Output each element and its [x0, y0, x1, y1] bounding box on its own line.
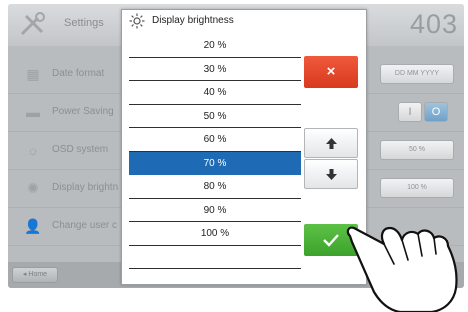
cancel-button[interactable]: × [304, 56, 358, 88]
dialog-title: Display brightness [152, 15, 234, 26]
brightness-option-list: 20 % 30 % 40 % 50 % 60 % 70 % 80 % 90 % 100 % [129, 34, 301, 269]
brightness-option[interactable]: 30 % [129, 58, 301, 81]
setting-label: Change user c [52, 220, 118, 231]
brightness-option[interactable]: 50 % [129, 105, 301, 128]
toggle-on-button[interactable]: O [424, 102, 448, 122]
calendar-icon: ▦ [26, 66, 40, 82]
setting-label: Power Saving [52, 106, 114, 117]
sun-icon [129, 13, 145, 29]
setting-label: Date format [52, 68, 105, 79]
home-button[interactable]: ◂ Home [12, 267, 58, 283]
program-number: 403 [409, 9, 458, 39]
brightness-option[interactable]: 40 % [129, 81, 301, 105]
pointing-hand-icon [346, 226, 458, 312]
brightness-option[interactable]: 60 % [129, 128, 301, 152]
toggle-off-button[interactable]: I [398, 102, 422, 122]
osd-icon: ☼ [26, 142, 40, 158]
brightness-option[interactable]: 90 % [129, 199, 301, 222]
arrow-up-icon [326, 138, 337, 149]
page-title: Settings [64, 17, 104, 29]
tools-icon [20, 12, 45, 36]
dialog-header: Display brightness [122, 10, 366, 32]
display-brightness-value[interactable]: 100 % [380, 178, 454, 198]
osd-system-value[interactable]: 50 % [380, 140, 454, 160]
brightness-dialog: Display brightness 20 % 30 % 40 % 50 % 60 % 7… [121, 9, 367, 285]
brightness-option[interactable]: 20 % [129, 34, 301, 58]
power-saving-icon: ▬ [26, 104, 40, 120]
brightness-option[interactable]: 100 % [129, 222, 301, 246]
user-icon: 👤 [24, 218, 42, 234]
scroll-up-button[interactable] [304, 128, 358, 158]
date-format-value[interactable]: DD MM YYYY [380, 64, 454, 84]
scroll-down-button[interactable] [304, 159, 358, 189]
power-saving-toggle[interactable]: I O [390, 102, 450, 122]
arrow-down-icon [326, 169, 337, 180]
empty-option-row [129, 246, 301, 269]
brightness-option[interactable]: 70 % [129, 151, 301, 175]
setting-label: OSD system [52, 144, 109, 155]
home-label: Home [28, 271, 48, 278]
setting-label: Display brightn [52, 182, 119, 193]
brightness-option[interactable]: 80 % [129, 175, 301, 199]
brightness-icon: ✺ [27, 180, 39, 196]
